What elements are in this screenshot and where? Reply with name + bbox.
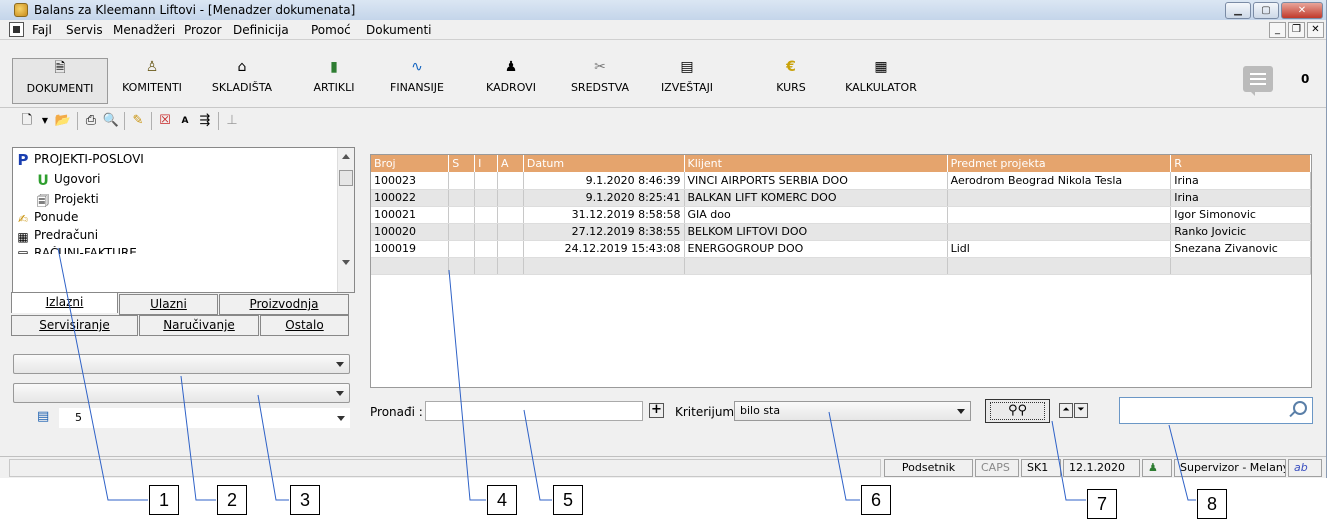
callout-2: 2 <box>217 485 247 515</box>
callout-lines <box>57 247 1196 501</box>
callout-7: 7 <box>1087 489 1117 519</box>
callout-3: 3 <box>290 485 320 515</box>
callout-5: 5 <box>553 485 583 515</box>
callout-4: 4 <box>487 485 517 515</box>
callout-1: 1 <box>149 485 179 515</box>
callout-8: 8 <box>1197 489 1227 519</box>
callout-6: 6 <box>861 485 891 515</box>
